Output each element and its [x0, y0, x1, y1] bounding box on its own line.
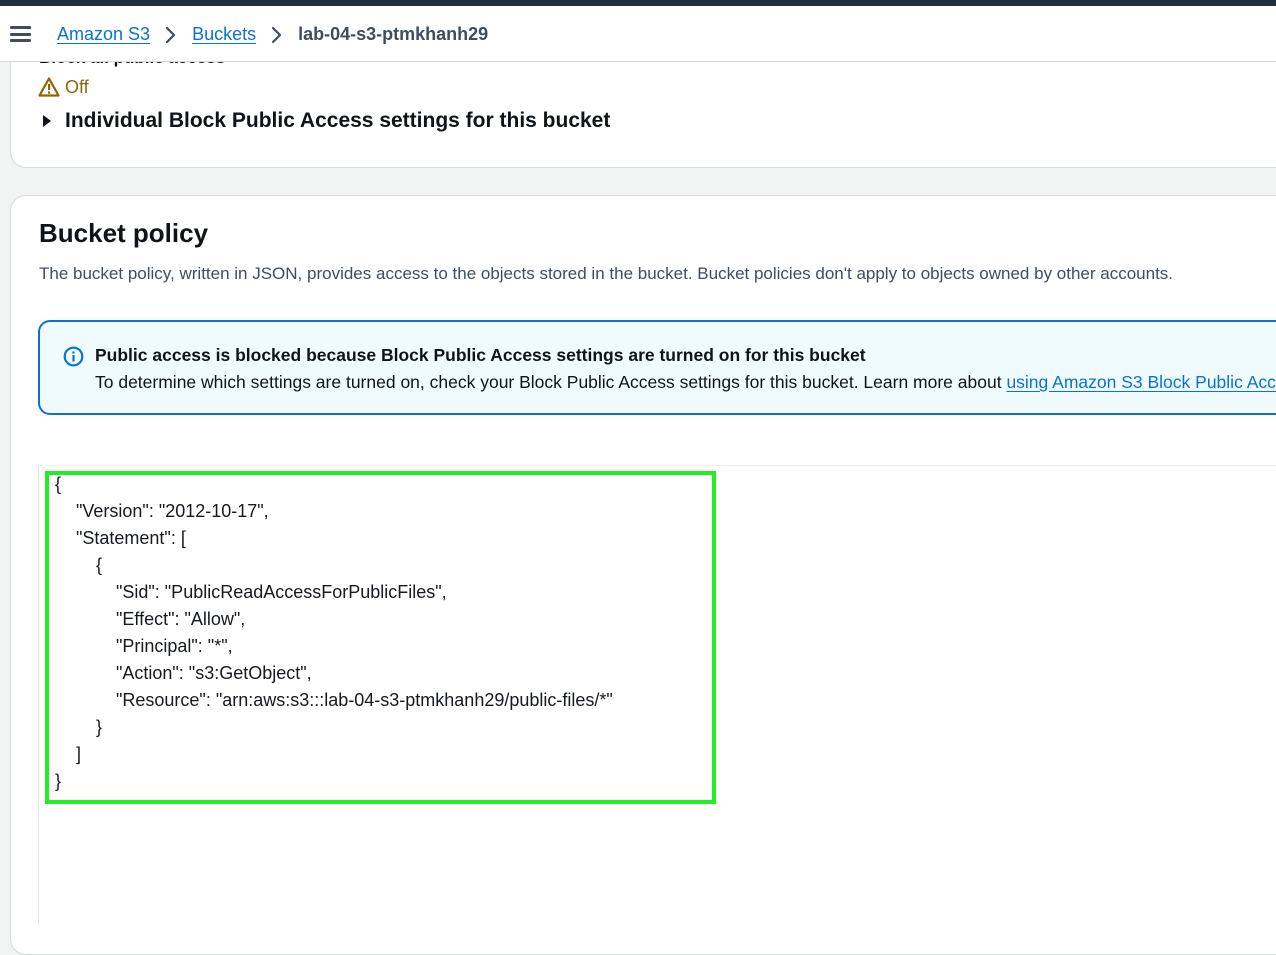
- code-line: "Version": "2012-10-17",: [76, 501, 269, 521]
- breadcrumb-current-bucket: lab-04-s3-ptmkhanh29: [298, 23, 489, 44]
- code-line: {: [55, 474, 62, 494]
- breadcrumb-buckets[interactable]: Buckets: [192, 24, 256, 45]
- block-status-text: Off: [65, 76, 89, 97]
- bpa-docs-link[interactable]: using Amazon S3 Block Public Access: [1006, 372, 1276, 392]
- bucket-policy-title: Bucket policy: [39, 218, 209, 248]
- breadcrumb-amazon-s3[interactable]: Amazon S3: [57, 24, 150, 45]
- code-line: "Resource": "arn:aws:s3:::lab-04-s3-ptmk…: [116, 690, 613, 710]
- info-alert: Public access is blocked because Block P…: [38, 320, 1276, 415]
- code-line: "Sid": "PublicReadAccessForPublicFiles",: [116, 582, 447, 602]
- code-line: "Effect": "Allow",: [116, 609, 246, 629]
- code-line: "Principal": "*",: [116, 636, 233, 656]
- breadcrumb: Amazon S3 Buckets lab-04-s3-ptmkhanh29: [57, 21, 488, 47]
- menu-icon[interactable]: [10, 26, 31, 42]
- bucket-policy-description: The bucket policy, written in JSON, prov…: [39, 264, 1174, 283]
- code-line: }: [96, 717, 103, 737]
- caret-right-icon: [42, 114, 52, 128]
- code-line: "Action": "s3:GetObject",: [116, 663, 312, 683]
- code-line: {: [96, 555, 103, 575]
- info-alert-title: Public access is blocked because Block P…: [95, 345, 866, 365]
- block-status: Off: [38, 76, 89, 98]
- top-navigation: Amazon S3 Buckets lab-04-s3-ptmkhanh29: [0, 6, 1276, 62]
- code-line: "Statement": [: [76, 528, 186, 548]
- warning-icon: [38, 77, 60, 97]
- chevron-right-icon: [265, 24, 289, 45]
- code-line: }: [55, 771, 62, 791]
- code-line: ]: [76, 744, 82, 764]
- individual-bpa-settings-expander[interactable]: Individual Block Public Access settings …: [42, 108, 610, 134]
- info-alert-body-text: To determine which settings are turned o…: [95, 372, 1007, 392]
- info-alert-body: To determine which settings are turned o…: [95, 372, 1276, 393]
- chevron-right-icon: [159, 24, 183, 45]
- info-icon: [63, 346, 84, 372]
- expander-label: Individual Block Public Access settings …: [65, 109, 611, 132]
